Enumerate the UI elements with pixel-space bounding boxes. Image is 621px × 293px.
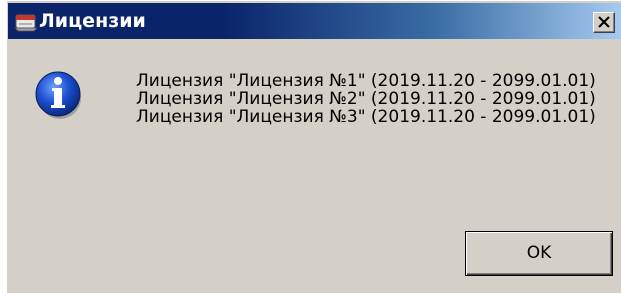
license-line-1: Лицензия "Лицензия №1" (2019.11.20 - 209… — [136, 71, 596, 91]
title-bar[interactable]: Лицензии — [8, 3, 621, 39]
window-title: Лицензии — [39, 10, 146, 32]
license-message: Лицензия "Лицензия №1" (2019.11.20 - 209… — [136, 72, 596, 126]
close-button[interactable] — [593, 12, 615, 33]
ok-button[interactable]: OK — [465, 231, 613, 276]
close-icon — [598, 16, 610, 28]
information-icon — [35, 71, 81, 119]
license-dialog: Лицензии Лицензия "Лицензия №1" (2019.11… — [6, 0, 621, 293]
license-line-3: Лицензия "Лицензия №3" (2019.11.20 - 209… — [136, 107, 596, 127]
ok-button-label: OK — [526, 243, 552, 263]
license-line-2: Лицензия "Лицензия №2" (2019.11.20 - 209… — [136, 89, 596, 109]
app-window-icon — [14, 14, 38, 32]
